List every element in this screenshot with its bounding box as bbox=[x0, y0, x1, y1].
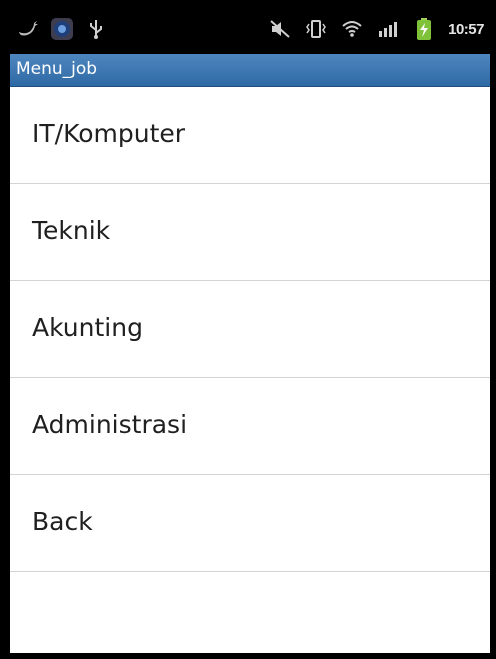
menu-item-it-komputer[interactable]: IT/Komputer bbox=[10, 87, 490, 184]
menu-item-label: Akunting bbox=[32, 313, 143, 342]
status-bar-notifications bbox=[16, 16, 108, 42]
status-bar-system: 10:57 bbox=[268, 16, 484, 42]
clock: 10:57 bbox=[448, 20, 484, 38]
vibrate-icon bbox=[304, 16, 328, 42]
wifi-icon bbox=[340, 16, 364, 42]
mute-icon bbox=[268, 16, 292, 42]
app-title: Menu_job bbox=[16, 59, 98, 79]
menu-item-label: Teknik bbox=[32, 216, 111, 245]
twitter-icon bbox=[16, 16, 40, 42]
menu-item-akunting[interactable]: Akunting bbox=[10, 281, 490, 378]
device-frame: 10:57 Menu_job IT/Komputer Teknik Akunti… bbox=[0, 0, 496, 659]
menu-item-label: Administrasi bbox=[32, 410, 188, 439]
app-title-bar: Menu_job bbox=[10, 54, 490, 87]
menu-list: IT/Komputer Teknik Akunting Administrasi… bbox=[10, 87, 490, 653]
menu-item-label: Back bbox=[32, 507, 93, 536]
signal-icon bbox=[376, 16, 400, 42]
menu-item-back[interactable]: Back bbox=[10, 475, 490, 572]
menu-item-teknik[interactable]: Teknik bbox=[10, 184, 490, 281]
menu-item-label: IT/Komputer bbox=[32, 119, 186, 148]
usb-icon bbox=[84, 16, 108, 42]
battery-charging-icon bbox=[412, 16, 436, 42]
app-icon bbox=[50, 16, 74, 42]
status-bar: 10:57 bbox=[10, 6, 490, 54]
menu-item-administrasi[interactable]: Administrasi bbox=[10, 378, 490, 475]
